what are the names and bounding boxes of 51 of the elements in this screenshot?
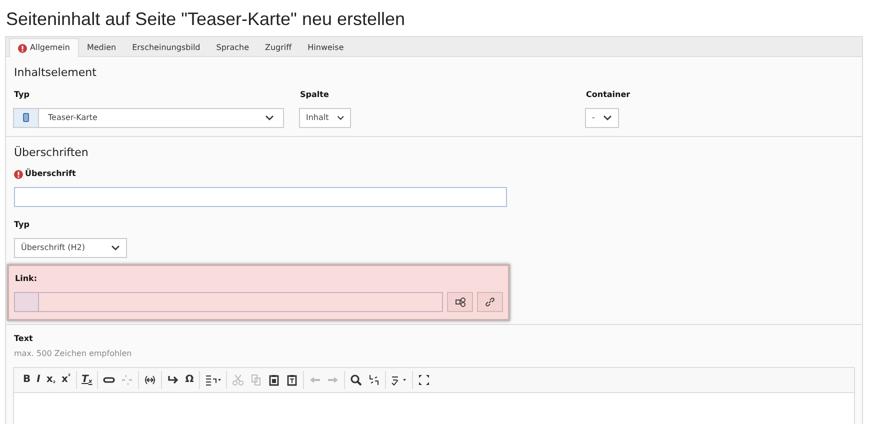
- toolbar-button[interactable]: Ω: [182, 371, 197, 389]
- chevron-down-icon: [336, 114, 344, 120]
- redo-icon: [326, 374, 339, 386]
- field-label: Text: [14, 333, 34, 345]
- link-cards-icon: [454, 297, 466, 307]
- maximize-icon: [418, 374, 430, 386]
- paste-text-icon: [286, 374, 298, 386]
- tab[interactable]: Hinweise: [300, 38, 352, 57]
- chevron-down-icon: [111, 245, 120, 251]
- search-icon: [350, 374, 362, 386]
- replace-icon: [368, 374, 380, 386]
- toolbar-button[interactable]: I: [34, 371, 44, 389]
- link-icon: [485, 297, 495, 307]
- unlink-icon: [121, 374, 134, 386]
- hint-text: max. 500 Zeichen empfohlen: [14, 348, 133, 360]
- toolbar-button[interactable]: B: [20, 371, 34, 389]
- link-input[interactable]: [14, 292, 443, 312]
- link-button[interactable]: [477, 292, 503, 312]
- type-select[interactable]: Teaser-Karte: [13, 108, 284, 128]
- tab[interactable]: Allgemein: [9, 38, 79, 57]
- undo-icon: [308, 374, 321, 386]
- scissors-icon: [232, 374, 244, 386]
- field-label: Container: [586, 88, 630, 100]
- field-label: Typ: [14, 88, 30, 100]
- field-label: Überschrift: [25, 168, 76, 180]
- format-dropdown-icon: [204, 374, 221, 386]
- chevron-down-icon: [265, 114, 274, 120]
- field-label: Link:: [15, 273, 38, 285]
- heading-type-select[interactable]: Überschrift (H2): [14, 238, 127, 258]
- spellcheck-dropdown-icon: [390, 374, 407, 386]
- anchor-bracket-icon: [144, 374, 156, 386]
- link-browser-button[interactable]: [447, 292, 473, 312]
- section-heading: Überschriften: [14, 144, 90, 160]
- container-select[interactable]: -: [585, 108, 619, 128]
- chevron-down-icon: [603, 114, 612, 120]
- paste-icon: [268, 374, 280, 386]
- tab[interactable]: Medien: [78, 38, 124, 57]
- column-select[interactable]: Inhalt: [299, 108, 351, 128]
- tab[interactable]: Erscheinungsbild: [124, 38, 208, 57]
- page-title: Seiteninhalt auf Seite "Teaser-Karte" neu erstellen: [6, 8, 406, 31]
- toolbar-button[interactable]: x$^{²}$: [58, 371, 74, 389]
- copy-icon: [250, 374, 262, 386]
- content-type-icon: [23, 113, 29, 122]
- arrow-icon: [167, 374, 180, 386]
- field-label: Typ: [14, 219, 30, 231]
- title-input[interactable]: [14, 187, 507, 207]
- tab[interactable]: Zugriff: [257, 38, 300, 57]
- field-label: Spalte: [300, 88, 330, 100]
- section-heading: Inhaltselement: [14, 65, 98, 81]
- link-icon: [103, 374, 116, 386]
- tab[interactable]: Sprache: [208, 38, 257, 57]
